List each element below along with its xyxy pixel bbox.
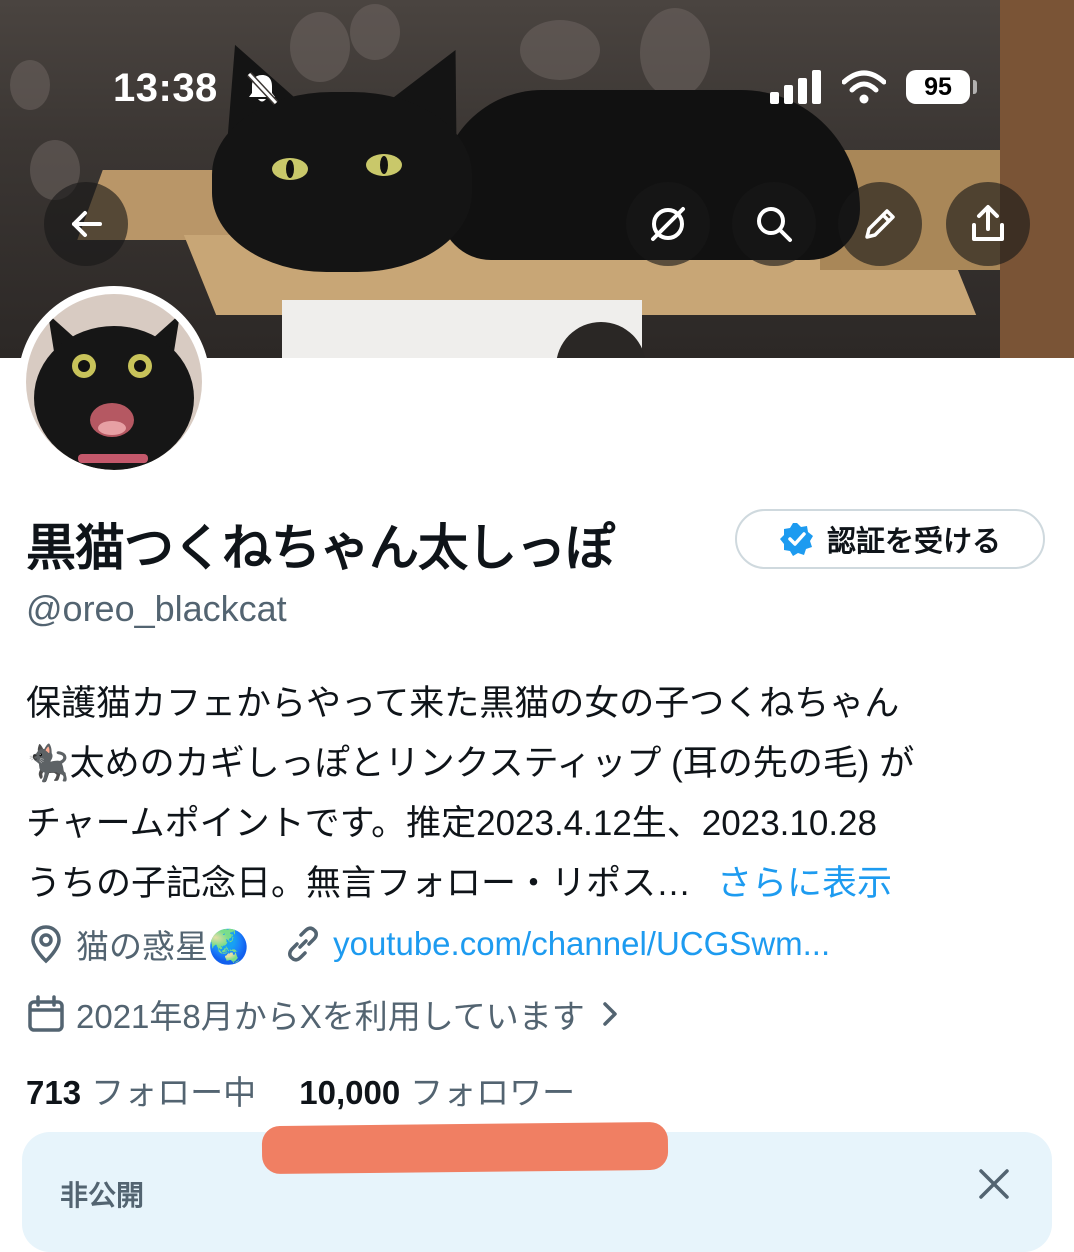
- wooden-post: [1000, 0, 1074, 358]
- calendar-icon: [28, 995, 64, 1032]
- get-verified-button[interactable]: 認証を受ける: [735, 509, 1045, 569]
- following-label: フォロー中: [91, 1074, 257, 1111]
- followers-count: 10,000: [299, 1074, 401, 1111]
- profile-avatar[interactable]: [18, 286, 210, 478]
- joined-row[interactable]: 2021年8月からXを利用しています: [26, 990, 621, 1038]
- display-name: 黒猫つくねちゃん太しっぽ: [26, 519, 615, 577]
- profile-meta-row: 猫の惑星🌏 youtube.com/channel/UCGSwm...: [26, 920, 830, 968]
- grok-button[interactable]: [626, 182, 710, 266]
- bio-line: 保護猫カフェからやって来た黒猫の女の子つくねちゃん: [26, 684, 900, 723]
- share-icon: [972, 205, 1004, 241]
- verified-badge-icon: [779, 523, 813, 556]
- following-count: 713: [26, 1074, 82, 1111]
- followers-link[interactable]: 10,000 フォロワー: [299, 1074, 575, 1111]
- bio-line-last: うちの子記念日。無言フォロー・リポス… さらに表示: [26, 854, 1056, 914]
- profile-bio: 保護猫カフェからやって来た黒猫の女の子つくねちゃん 🐈‍⬛太めのカギしっぽとリン…: [26, 674, 1056, 914]
- signal-bars-icon: [770, 70, 821, 104]
- close-icon[interactable]: [976, 1166, 1012, 1202]
- bell-slash-icon: [246, 71, 279, 106]
- status-time: 13:38: [113, 66, 218, 110]
- cat-face-image: [34, 314, 194, 470]
- battery-tip: [973, 80, 977, 94]
- followers-label: フォロワー: [410, 1074, 576, 1111]
- get-verified-label: 認証を受ける: [826, 524, 1001, 558]
- following-link[interactable]: 713 フォロー中: [26, 1074, 256, 1111]
- search-button[interactable]: [732, 182, 816, 266]
- link-icon: [288, 926, 319, 962]
- avatar-photo: [26, 294, 202, 470]
- share-button[interactable]: [946, 182, 1030, 266]
- search-icon: [757, 207, 792, 242]
- cat-head: [212, 92, 472, 272]
- bio-line: 🐈‍⬛太めのカギしっぽとリンクスティップ (耳の先の毛) が: [26, 744, 915, 783]
- chevron-right-icon: [603, 1002, 617, 1026]
- battery-icon: 95: [906, 70, 970, 104]
- location-pin-icon: [31, 925, 61, 964]
- joined-text: 2021年8月からXを利用しています: [76, 998, 585, 1035]
- arrow-left-icon: [72, 211, 102, 237]
- cat-eye: [366, 154, 402, 176]
- bio-line: うちの子記念日。無言フォロー・リポス…: [26, 864, 692, 903]
- notice-title: 非公開: [60, 1179, 145, 1212]
- user-handle: @oreo_blackcat: [26, 588, 287, 629]
- redaction-mark: [261, 1121, 669, 1175]
- wall-spot: [290, 12, 350, 82]
- show-more-link[interactable]: さらに表示: [717, 864, 892, 903]
- pencil-icon: [865, 209, 895, 239]
- location-text: 猫の惑星🌏: [76, 928, 250, 965]
- wifi-icon: [842, 70, 886, 104]
- bio-line: チャームポイントです。推定2023.4.12生、2023.10.28: [26, 804, 877, 843]
- wall-spot: [640, 8, 710, 98]
- follow-counts: 713 フォロー中 10,000 フォロワー: [26, 1066, 575, 1114]
- website-link[interactable]: youtube.com/channel/UCGSwm...: [333, 925, 830, 963]
- cat-eye: [272, 158, 308, 180]
- edit-button[interactable]: [838, 182, 922, 266]
- wall-spot: [10, 60, 50, 110]
- grok-icon: [651, 207, 685, 241]
- back-button[interactable]: [44, 182, 128, 266]
- wall-spot: [350, 4, 400, 60]
- wall-spot: [520, 20, 600, 80]
